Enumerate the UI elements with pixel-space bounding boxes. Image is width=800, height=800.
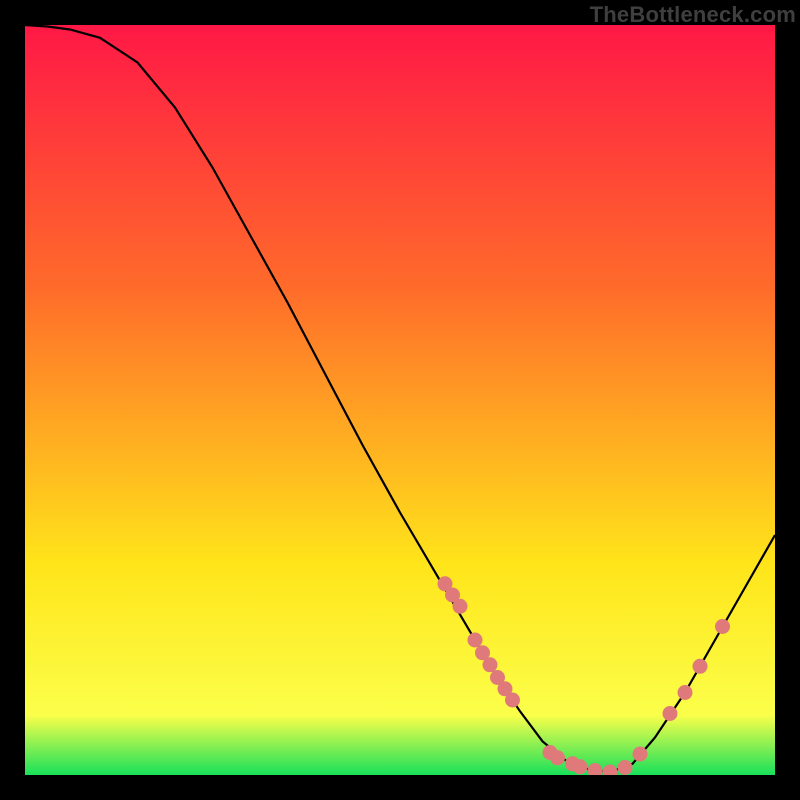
marker-dot (468, 633, 483, 648)
marker-dot (618, 760, 633, 775)
marker-dot (633, 747, 648, 762)
heatmap-bg (25, 25, 775, 775)
marker-dot (693, 659, 708, 674)
marker-dot (505, 693, 520, 708)
marker-dot (573, 759, 588, 774)
watermark-text: TheBottleneck.com (590, 2, 796, 28)
chart-frame (25, 25, 775, 775)
marker-dot (453, 599, 468, 614)
marker-dot (715, 619, 730, 634)
marker-dot (550, 750, 565, 765)
marker-dot (663, 706, 678, 721)
chart-svg (25, 25, 775, 775)
marker-dot (678, 685, 693, 700)
marker-dot (483, 657, 498, 672)
